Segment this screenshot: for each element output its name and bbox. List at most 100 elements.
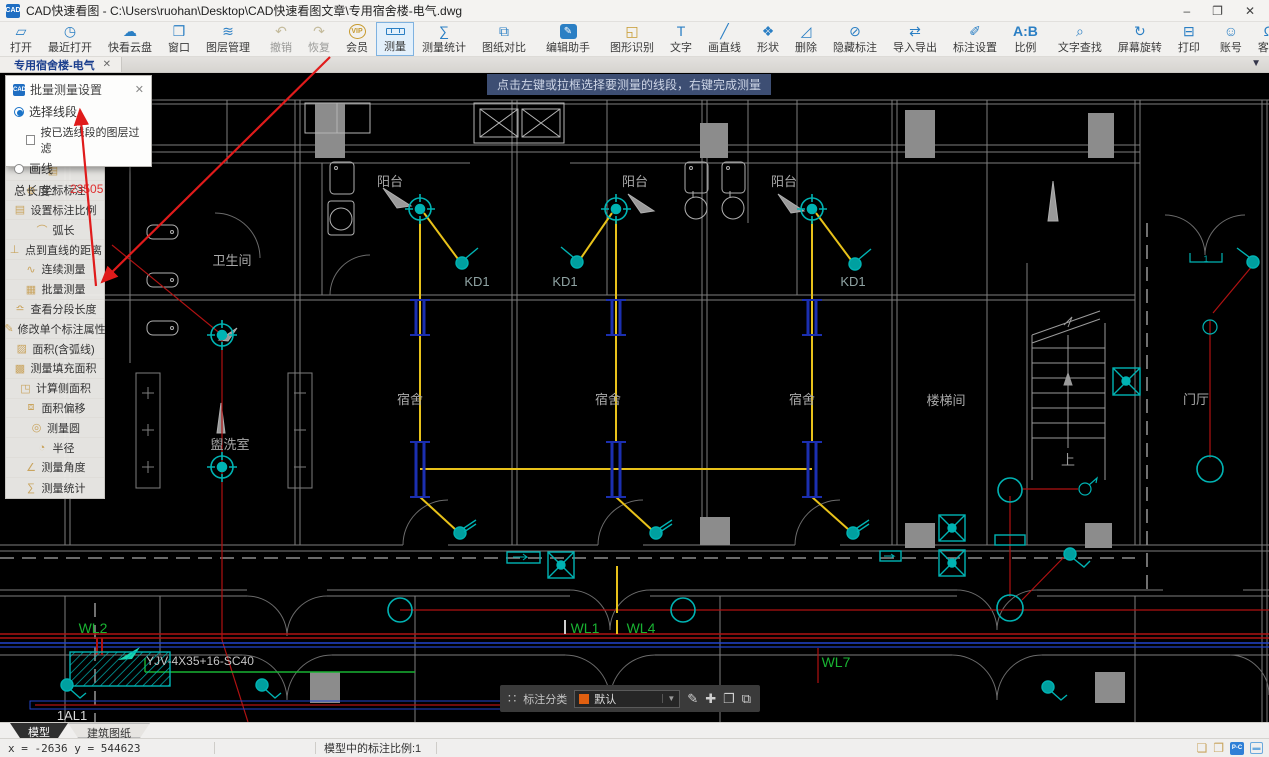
snapshot-icon[interactable]: ❐ xyxy=(1213,741,1224,755)
toolbar-button-measure[interactable]: 测量 xyxy=(376,22,414,56)
toolbar-button-erase[interactable]: ◿删除 xyxy=(787,22,825,56)
radio-select-segment[interactable] xyxy=(14,107,24,117)
annotation-grid-icon[interactable]: ∷ xyxy=(508,691,516,707)
clipboard-icon[interactable]: ⧉ xyxy=(742,691,751,707)
toolbar-button-open-folder[interactable]: ▱打开 xyxy=(2,22,40,56)
drawing-label: 卫生间 xyxy=(212,253,251,268)
toolbar-button-account[interactable]: ☺账号 xyxy=(1212,22,1250,56)
tab-architectural-sheet[interactable]: 建筑图纸 xyxy=(68,723,150,738)
sidebar-item-measure-circle[interactable]: ◎ 测量圆 xyxy=(6,418,104,438)
sidebar-item-label: 测量圆 xyxy=(47,420,80,436)
tab-close-icon[interactable]: ✕ xyxy=(103,59,111,70)
area-offset-icon: ⧈ xyxy=(25,401,38,414)
toolbar-button-stats[interactable]: ∑测量统计 xyxy=(414,22,474,56)
toolbar-button-layers[interactable]: ≋图层管理 xyxy=(198,22,258,56)
sidebar-item-area-arc[interactable]: ▨面积(含弧线) xyxy=(6,339,104,359)
redo-icon: ↷ xyxy=(313,23,325,39)
measure-circle-icon: ◎ xyxy=(30,421,43,434)
collapse-toolbar-icon[interactable]: ▼ xyxy=(1251,58,1261,69)
toolbar-button-recent[interactable]: ◷最近打开 xyxy=(40,22,100,56)
toolbar-label: 删除 xyxy=(795,39,817,55)
sidebar-item-segment-length[interactable]: ≏ 查看分段长度 xyxy=(6,300,104,320)
checkbox-layer-filter[interactable] xyxy=(26,135,35,145)
toolbar-button-import-export[interactable]: ⇄导入导出 xyxy=(885,22,945,56)
dialog-title: 批量测量设置 xyxy=(30,81,130,98)
toolbar-button-shapes[interactable]: ❖形状 xyxy=(749,22,787,56)
sidebar-item-measure-stats[interactable]: ∑测量统计 xyxy=(6,478,104,498)
title-bar: CAD CAD快速看图 - C:\Users\ruohan\Desktop\CA… xyxy=(0,0,1269,22)
sidebar-item-label: 批量测量 xyxy=(42,281,86,297)
toolbar-button-redo[interactable]: ↷恢复 xyxy=(300,22,338,56)
sidebar-item-angle[interactable]: ∠测量角度 xyxy=(6,458,104,478)
drawing-label: YJV-4X35+16-SC40 xyxy=(146,654,254,668)
measure-icon xyxy=(386,28,405,35)
dialog-close-icon[interactable]: ✕ xyxy=(135,83,144,96)
radio-draw-line[interactable] xyxy=(14,164,24,174)
close-icon[interactable]: ✕ xyxy=(1245,4,1255,18)
move-icon[interactable]: ✚ xyxy=(705,691,716,707)
document-tab-bar: 专用宿舍楼-电气 ✕ ▼ xyxy=(0,57,1269,73)
copy-icon[interactable]: ❐ xyxy=(723,691,735,707)
toolbar-button-cloud[interactable]: ☁快看云盘 xyxy=(100,22,160,56)
sidebar-item-label: 查看分段长度 xyxy=(31,301,97,317)
tab-model[interactable]: 模型 xyxy=(10,723,68,738)
toolbar-label: 撤销 xyxy=(270,39,292,55)
pc-transfer-icon[interactable]: P-C xyxy=(1230,742,1244,755)
sidebar-item-point-to-line[interactable]: ⊥点到直线的距离 xyxy=(6,240,104,260)
toolbar-label: 最近打开 xyxy=(48,39,92,55)
sidebar-item-modify-annotation[interactable]: ✎修改单个标注属性 xyxy=(6,319,104,339)
sidebar-item-continuous-measure[interactable]: ∿连续测量 xyxy=(6,260,104,280)
sidebar-item-label: 测量统计 xyxy=(42,480,86,496)
segment-length-icon: ≏ xyxy=(14,302,27,315)
main-toolbar: ▱打开◷最近打开☁快看云盘❒窗口≋图层管理↶撤销↷恢复VIP会员测量∑测量统计⧉… xyxy=(0,22,1269,57)
toolbar-button-undo[interactable]: ↶撤销 xyxy=(262,22,300,56)
toolbar-label: 图纸对比 xyxy=(482,39,526,55)
sidebar-item-label: 修改单个标注属性 xyxy=(18,321,106,337)
sidebar-item-radius[interactable]: ◔半径 xyxy=(6,438,104,458)
toolbar-button-hide-annotation[interactable]: ⊘隐藏标注 xyxy=(825,22,885,56)
toolbar-label: 形状 xyxy=(757,39,779,55)
annotation-category-label: 标注分类 xyxy=(523,691,567,707)
drawing-canvas[interactable]: 阳台阳台阳台卫生间KD1KD1KD1宿舍宿舍宿舍楼梯间门厅盥洗室上1WL2WL1… xyxy=(0,73,1269,722)
sidebar-item-batch-measure[interactable]: ▦批量测量 xyxy=(6,280,104,300)
toolbar-button-scale[interactable]: A:B比例 xyxy=(1005,22,1046,56)
catalog-icon[interactable]: ❏ xyxy=(1196,741,1207,755)
annotation-settings-icon: ✐ xyxy=(969,23,981,39)
toolbar-button-print[interactable]: ⊟打印 xyxy=(1170,22,1208,56)
sidebar-item-fill-area[interactable]: ▩测量填充面积 xyxy=(6,359,104,379)
toolbar-button-shape-recognize[interactable]: ◱图形识别 xyxy=(602,22,662,56)
text-icon: T xyxy=(677,23,686,39)
total-length-value: 23505 xyxy=(70,182,103,199)
layers-icon: ≋ xyxy=(222,23,234,39)
door-arcs xyxy=(215,213,1269,700)
sidebar-item-label: 计算侧面积 xyxy=(36,380,91,396)
toolbar-button-service[interactable]: Ω客服 xyxy=(1250,22,1269,56)
document-tab[interactable]: 专用宿舍楼-电气 ✕ xyxy=(0,57,122,72)
sidebar-item-arc-length[interactable]: ⌒弧长 xyxy=(6,220,104,240)
toolbar-button-window[interactable]: ❒窗口 xyxy=(160,22,198,56)
text-search-icon: ⌕ xyxy=(1076,23,1084,39)
edit-annotation-icon[interactable]: ✎ xyxy=(687,691,698,707)
chevron-down-icon: ▼ xyxy=(662,694,675,703)
drawing-label: WL2 xyxy=(79,620,108,636)
toolbar-button-vip[interactable]: VIP会员 xyxy=(338,22,376,56)
toolbar-label: 测量统计 xyxy=(422,39,466,55)
toolbar-button-text-search[interactable]: ⌕文字查找 xyxy=(1050,22,1110,56)
sidebar-item-side-area[interactable]: ◳计算侧面积 xyxy=(6,379,104,399)
cad-drawing: 阳台阳台阳台卫生间KD1KD1KD1宿舍宿舍宿舍楼梯间门厅盥洗室上1WL2WL1… xyxy=(0,73,1269,722)
sidebar-item-set-scale[interactable]: ▤设置标注比例 xyxy=(6,201,104,221)
minimize-panel-icon[interactable]: ▬ xyxy=(1250,742,1263,754)
toolbar-button-text[interactable]: T文字 xyxy=(662,22,700,56)
drawing-labels: 阳台阳台阳台卫生间KD1KD1KD1宿舍宿舍宿舍楼梯间门厅盥洗室上1WL2WL1… xyxy=(57,174,1209,722)
annotation-category-select[interactable]: 默认 ▼ xyxy=(574,690,680,708)
toolbar-label: 导入导出 xyxy=(893,39,937,55)
toolbar-button-screen-rotate[interactable]: ↻屏幕旋转 xyxy=(1110,22,1170,56)
maximize-icon[interactable]: ❐ xyxy=(1212,4,1223,18)
toolbar-button-line[interactable]: ╱画直线 xyxy=(700,22,749,56)
drawing-label: KD1 xyxy=(552,274,577,289)
sidebar-item-area-offset[interactable]: ⧈面积偏移 xyxy=(6,399,104,419)
toolbar-button-compare[interactable]: ⧉图纸对比 xyxy=(474,22,534,56)
toolbar-button-annotation-settings[interactable]: ✐标注设置 xyxy=(945,22,1005,56)
toolbar-button-assistant[interactable]: ✎编辑助手 xyxy=(538,22,598,56)
minimize-icon[interactable]: – xyxy=(1183,4,1190,18)
